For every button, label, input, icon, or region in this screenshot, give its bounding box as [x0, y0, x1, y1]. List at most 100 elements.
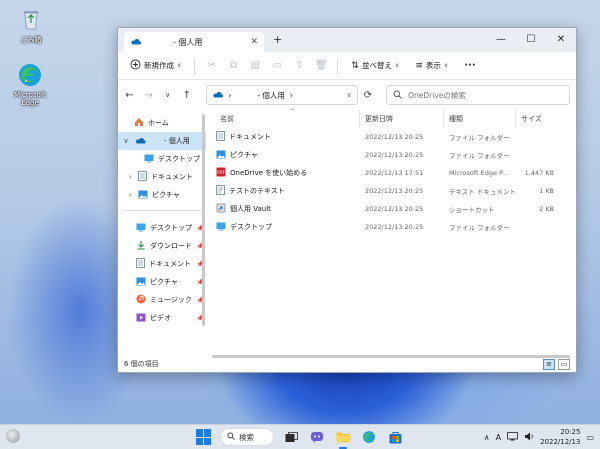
search-box[interactable]: OneDriveの検索 [386, 85, 570, 105]
new-tab-button[interactable]: + [273, 33, 282, 46]
start-icon[interactable] [196, 429, 212, 445]
clock[interactable]: 20:25 2022/12/13 [540, 427, 580, 447]
recycle-bin-icon [18, 6, 44, 32]
chat-icon[interactable] [308, 428, 326, 446]
view-button-label: 表示 [425, 61, 441, 70]
recent-chevron-icon[interactable]: ∨ [162, 91, 173, 99]
file-row[interactable]: デスクトップ 2022/12/13 20:25 ファイル フォルダー [212, 218, 576, 236]
quick-access-desktop[interactable]: デスクトップ 📌 [118, 219, 206, 237]
file-explorer-icon[interactable] [334, 428, 352, 449]
more-options-button[interactable]: ··· [458, 57, 481, 74]
sidebar-item-documents[interactable]: › ドキュメント [118, 168, 206, 186]
document-icon [138, 171, 147, 183]
ime-indicator[interactable]: A [496, 433, 501, 442]
chevron-right-icon[interactable]: › [126, 173, 134, 181]
network-icon[interactable] [507, 431, 518, 443]
sidebar-item-label: デスクトップ [158, 155, 200, 163]
document-icon [136, 258, 145, 270]
file-date: 2022/12/13 20:25 [365, 223, 424, 231]
file-explorer-window: - 個人用 ✕ + — ☐ ✕ 新規作成 ∨ ✂ ⧉ ▤ ▭ ⇪ 🗑 ⇅ 並べ替… [117, 27, 577, 373]
view-button[interactable]: ≡ 表示 ∨ [409, 57, 454, 74]
recycle-bin-shortcut[interactable]: ごみ箱 [6, 6, 56, 45]
home-icon [134, 117, 144, 129]
tiles-view-icon[interactable]: ▭ [558, 358, 570, 370]
paste-icon[interactable]: ▤ [246, 57, 264, 75]
explorer-tab[interactable]: - 個人用 ✕ [124, 32, 264, 52]
weather-widget-icon[interactable] [6, 429, 20, 443]
sort-button[interactable]: ⇅ 並べ替え ∨ [345, 57, 405, 74]
new-button[interactable]: 新規作成 ∨ [124, 56, 187, 75]
quick-access-documents[interactable]: ドキュメント 📌 [118, 255, 206, 273]
sidebar-item-desktop[interactable]: デスクトップ [118, 150, 206, 168]
chevron-up-icon[interactable]: ∧ [484, 433, 490, 442]
sidebar-item-onedrive[interactable]: ∨ - 個人用 [118, 132, 206, 150]
desktop-icon-label: Microsoft Edge [14, 91, 46, 107]
quick-access-downloads[interactable]: ダウンロード 📌 [118, 237, 206, 255]
quick-access-music[interactable]: ミュージック 📌 [118, 291, 206, 309]
column-date[interactable]: 更新日時 [360, 110, 444, 128]
address-bar[interactable]: › - 個人用 › ∨ [206, 85, 358, 105]
sort-button-label: 並べ替え [361, 61, 392, 70]
close-button[interactable]: ✕ [546, 28, 576, 50]
column-type[interactable]: 種類 [444, 110, 516, 128]
divider [337, 57, 339, 74]
file-date: 2022/12/13 20:25 [365, 205, 424, 213]
store-icon[interactable] [386, 428, 404, 446]
file-row[interactable]: 個人用 Vault 2022/12/13 20:25 ショートカット 2 KB [212, 200, 576, 218]
back-arrow-icon[interactable]: ← [124, 90, 135, 101]
copy-icon[interactable]: ⧉ [224, 57, 242, 75]
chevron-down-icon[interactable]: ∨ [122, 137, 130, 145]
up-arrow-icon[interactable]: ↑ [181, 90, 192, 101]
command-bar: 新規作成 ∨ ✂ ⧉ ▤ ▭ ⇪ 🗑 ⇅ 並べ替え ∨ ≡ 表示 ∨ ··· [118, 52, 576, 80]
notification-icon[interactable]: ▭ [586, 433, 594, 442]
forward-arrow-icon[interactable]: → [143, 90, 154, 101]
sidebar-item-home[interactable]: ホーム [118, 114, 206, 132]
sidebar-item-pictures[interactable]: › ピクチャ [118, 186, 206, 204]
onedrive-icon [134, 136, 146, 146]
breadcrumb-current[interactable]: - 個人用 [257, 90, 285, 101]
file-date: 2022/12/13 20:25 [365, 133, 424, 141]
quick-access-videos[interactable]: ビデオ 📌 [118, 309, 206, 327]
edge-icon[interactable] [360, 428, 378, 446]
picture-icon [136, 277, 146, 288]
chevron-down-icon[interactable]: ∨ [347, 91, 352, 99]
cut-icon[interactable]: ✂ [202, 57, 220, 75]
close-tab-icon[interactable]: ✕ [250, 37, 258, 47]
search-icon [227, 432, 235, 442]
volume-icon[interactable] [524, 432, 534, 443]
maximize-button[interactable]: ☐ [516, 28, 546, 50]
details-view-icon[interactable]: ≡ [543, 358, 555, 370]
desktop-folder-icon [216, 222, 226, 233]
refresh-icon[interactable]: ⟳ [364, 90, 372, 101]
edge-shortcut[interactable]: Microsoft Edge [5, 62, 55, 107]
video-icon [136, 313, 146, 324]
sidebar-item-label: ピクチャ [150, 278, 178, 286]
delete-icon[interactable]: 🗑 [312, 57, 330, 75]
share-icon[interactable]: ⇪ [290, 57, 308, 75]
chevron-right-icon[interactable]: › [126, 191, 134, 199]
task-view-icon[interactable] [282, 428, 300, 446]
column-size[interactable]: サイズ [516, 110, 558, 128]
taskbar-search-label: 検索 [239, 432, 254, 442]
file-row[interactable]: ピクチャ 2022/12/13 20:25 ファイル フォルダー [212, 146, 576, 164]
file-row[interactable]: テストのテキスト 2022/12/13 20:25 テキスト ドキュメント 1 … [212, 182, 576, 200]
document-folder-icon [216, 131, 225, 143]
column-name[interactable]: 名前 [212, 110, 360, 128]
desktop-icon-label: ごみ箱 [20, 36, 42, 44]
taskbar-search[interactable]: 検索 [220, 428, 274, 446]
file-date: 2022/12/13 20:25 [365, 151, 424, 159]
rename-icon[interactable]: ▭ [268, 57, 286, 75]
item-count: 6 個の項目 [124, 360, 159, 368]
status-bar: 6 個の項目 ≡ ▭ [118, 356, 576, 372]
quick-access-pictures[interactable]: ピクチャ 📌 [118, 273, 206, 291]
minimize-button[interactable]: — [486, 28, 516, 50]
sidebar-scrollbar[interactable] [202, 114, 205, 326]
file-row[interactable]: PDF OneDrive を使い始める 2022/12/13 17:51 Micr… [212, 164, 576, 182]
onedrive-icon [130, 37, 142, 47]
text-file-icon [216, 185, 225, 197]
file-type: テキスト ドキュメント [449, 188, 516, 196]
file-name: デスクトップ [230, 223, 272, 231]
picture-folder-icon [216, 150, 226, 161]
music-icon [136, 294, 146, 306]
file-row[interactable]: ドキュメント 2022/12/13 20:25 ファイル フォルダー [212, 128, 576, 146]
